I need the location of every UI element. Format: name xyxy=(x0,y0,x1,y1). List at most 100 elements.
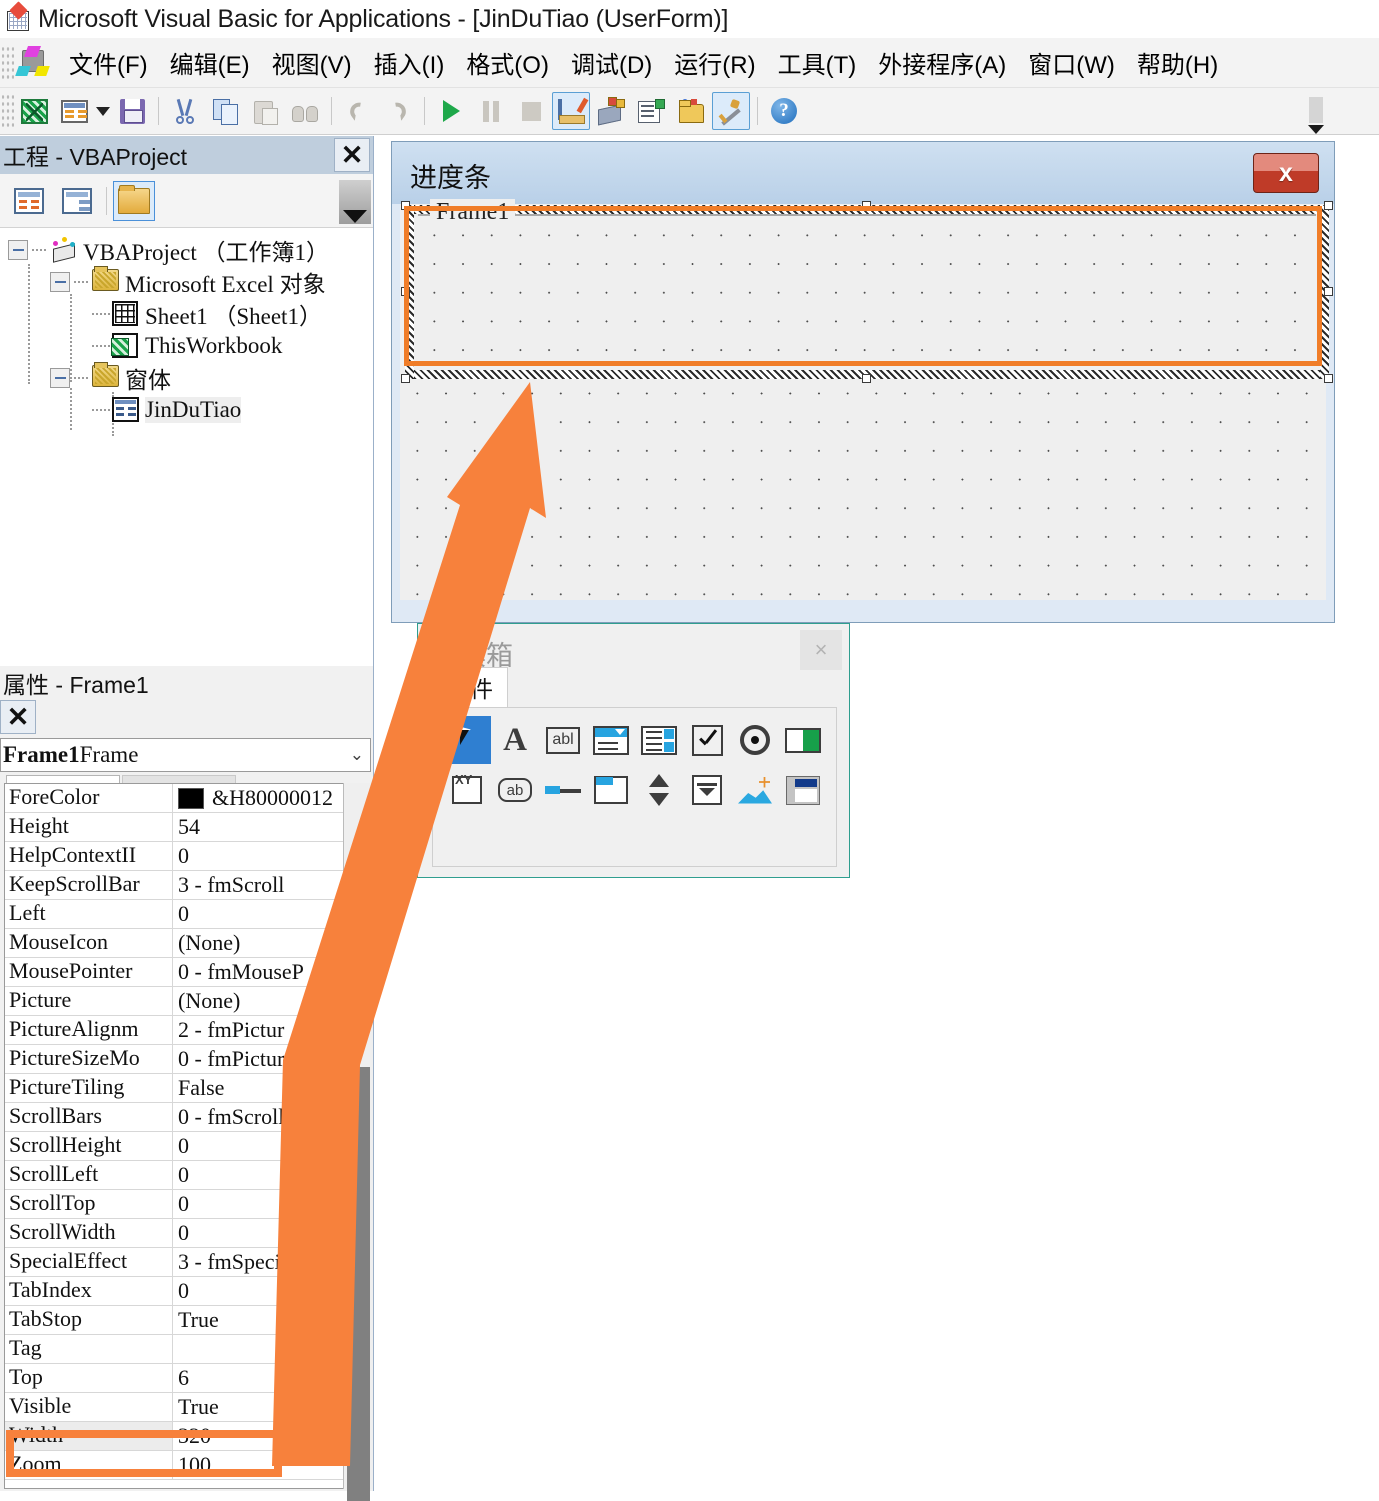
menu-window[interactable]: 窗口(W) xyxy=(1017,43,1126,82)
view-excel-icon[interactable] xyxy=(15,92,53,130)
property-row-picturealignment[interactable]: PictureAlignm 2 - fmPictur xyxy=(5,1016,358,1045)
scrollbar-icon[interactable] xyxy=(539,766,587,814)
toolbar-grip[interactable] xyxy=(2,94,14,128)
property-value[interactable]: 3 - fmScroll xyxy=(173,871,358,899)
property-row-scrollheight[interactable]: ScrollHeight 0 xyxy=(5,1132,358,1161)
property-row-zoom[interactable]: Zoom 100 xyxy=(5,1451,358,1480)
property-value[interactable]: 0 xyxy=(173,1161,358,1189)
property-value[interactable]: &H80000012 xyxy=(173,784,358,812)
tree-item-forms[interactable]: 窗体 xyxy=(0,362,373,394)
property-row-picturetiling[interactable]: PictureTiling False xyxy=(5,1074,358,1103)
project-explorer-icon[interactable] xyxy=(592,92,630,130)
menu-insert[interactable]: 插入(I) xyxy=(363,43,456,82)
copy-icon[interactable] xyxy=(206,92,244,130)
menu-format[interactable]: 格式(O) xyxy=(455,43,560,82)
view-object-button[interactable] xyxy=(56,181,98,221)
insert-userform-icon[interactable] xyxy=(55,92,93,130)
property-value[interactable]: (None) xyxy=(173,987,358,1015)
project-explorer-scroll-down[interactable] xyxy=(339,180,371,224)
property-row-picturesizemode[interactable]: PictureSizeMo 0 - fmPictur xyxy=(5,1045,358,1074)
resize-handle-w[interactable] xyxy=(401,287,410,296)
properties-window-icon[interactable] xyxy=(632,92,670,130)
textbox-icon[interactable]: abl xyxy=(539,716,587,764)
cut-icon[interactable] xyxy=(166,92,204,130)
frame-icon[interactable]: XY xyxy=(443,766,491,814)
combobox-icon[interactable] xyxy=(587,716,635,764)
property-value[interactable]: False xyxy=(173,1074,358,1102)
property-row-forecolor[interactable]: ForeColor &H80000012 xyxy=(5,784,358,813)
tree-item-vbaproject[interactable]: VBAProject （工作簿1） xyxy=(0,234,373,266)
property-row-height[interactable]: Height 54 xyxy=(5,813,358,842)
property-row-visible[interactable]: Visible True xyxy=(5,1393,358,1422)
undo-icon[interactable] xyxy=(339,92,377,130)
menu-edit[interactable]: 编辑(E) xyxy=(159,43,261,82)
property-row-picture[interactable]: Picture (None) xyxy=(5,987,358,1016)
menu-debug[interactable]: 调试(D) xyxy=(560,43,663,82)
design-mode-icon[interactable] xyxy=(552,92,590,130)
checkbox-icon[interactable] xyxy=(683,716,731,764)
spinbutton-icon[interactable] xyxy=(635,766,683,814)
property-row-tabindex[interactable]: TabIndex 0 xyxy=(5,1277,358,1306)
object-browser-icon[interactable] xyxy=(672,92,710,130)
label-icon[interactable]: A xyxy=(491,716,539,764)
property-value[interactable]: 0 xyxy=(173,1132,358,1160)
menu-run[interactable]: 运行(R) xyxy=(663,43,766,82)
property-value[interactable]: 0 xyxy=(173,842,358,870)
properties-scrollbar[interactable] xyxy=(343,783,373,1501)
insert-dropdown-arrow-icon[interactable] xyxy=(94,92,112,130)
expander-minus-icon[interactable] xyxy=(50,368,70,388)
property-value[interactable]: 54 xyxy=(173,813,358,841)
property-row-mousepointer[interactable]: MousePointer 0 - fmMouseP xyxy=(5,958,358,987)
resize-handle-sw[interactable] xyxy=(401,374,410,383)
resize-handle-ne[interactable] xyxy=(1324,201,1333,210)
save-icon[interactable] xyxy=(113,92,151,130)
paste-icon[interactable] xyxy=(246,92,284,130)
property-value[interactable]: 0 xyxy=(173,1219,358,1247)
property-row-keepscrollbarsvisible[interactable]: KeepScrollBar 3 - fmScroll xyxy=(5,871,358,900)
resize-handle-se[interactable] xyxy=(1324,374,1333,383)
refedit-icon[interactable] xyxy=(779,766,827,814)
property-value[interactable] xyxy=(173,1335,358,1363)
tabstrip-icon[interactable] xyxy=(587,766,635,814)
property-row-left[interactable]: Left 0 xyxy=(5,900,358,929)
menubar-grip[interactable] xyxy=(2,44,14,81)
chevron-down-icon[interactable]: ⌄ xyxy=(350,745,364,765)
properties-close-button[interactable]: ✕ xyxy=(0,700,36,734)
property-row-tag[interactable]: Tag xyxy=(5,1335,358,1364)
property-value[interactable]: 320 xyxy=(173,1422,358,1450)
multipage-icon[interactable] xyxy=(683,766,731,814)
property-row-scrollbars[interactable]: ScrollBars 0 - fmScroll xyxy=(5,1103,358,1132)
find-icon[interactable] xyxy=(286,92,324,130)
resize-handle-e[interactable] xyxy=(1324,287,1333,296)
resize-handle-s[interactable] xyxy=(862,374,871,383)
toggle-folders-button[interactable] xyxy=(113,180,155,221)
property-value[interactable]: 0 xyxy=(173,1190,358,1218)
menu-file[interactable]: 文件(F) xyxy=(58,43,159,82)
property-value[interactable]: 0 - fmScroll xyxy=(173,1103,358,1131)
menu-help[interactable]: 帮助(H) xyxy=(1126,43,1229,82)
resize-handle-n[interactable] xyxy=(862,201,871,210)
project-explorer-close-button[interactable]: ✕ xyxy=(334,138,370,172)
resize-handle-nw[interactable] xyxy=(401,201,410,210)
property-value[interactable]: (None) xyxy=(173,929,358,957)
tree-item-jindutiao[interactable]: JinDuTiao xyxy=(0,394,373,426)
property-value[interactable]: 0 xyxy=(173,1277,358,1305)
view-code-button[interactable] xyxy=(8,181,50,221)
select-objects-icon[interactable] xyxy=(443,716,491,764)
stop-icon[interactable] xyxy=(512,92,550,130)
property-row-scrolltop[interactable]: ScrollTop 0 xyxy=(5,1190,358,1219)
property-row-scrollleft[interactable]: ScrollLeft 0 xyxy=(5,1161,358,1190)
property-value[interactable]: 3 - fmSpeci xyxy=(173,1248,358,1276)
property-value[interactable]: 0 - fmPictur xyxy=(173,1045,358,1073)
property-value[interactable]: True xyxy=(173,1306,358,1334)
property-value[interactable]: 2 - fmPictur xyxy=(173,1016,358,1044)
commandbutton-icon[interactable]: ab xyxy=(491,766,539,814)
property-row-mouseicon[interactable]: MouseIcon (None) xyxy=(5,929,358,958)
toolbox-icon[interactable] xyxy=(712,92,750,130)
tree-item-thisworkbook[interactable]: ThisWorkbook xyxy=(0,330,373,362)
property-row-width[interactable]: Width 320 xyxy=(5,1422,358,1451)
menu-addins[interactable]: 外接程序(A) xyxy=(867,43,1017,82)
expander-minus-icon[interactable] xyxy=(8,240,28,260)
frame1-control[interactable]: Frame1 xyxy=(401,199,1333,383)
menu-tools[interactable]: 工具(T) xyxy=(767,43,868,82)
